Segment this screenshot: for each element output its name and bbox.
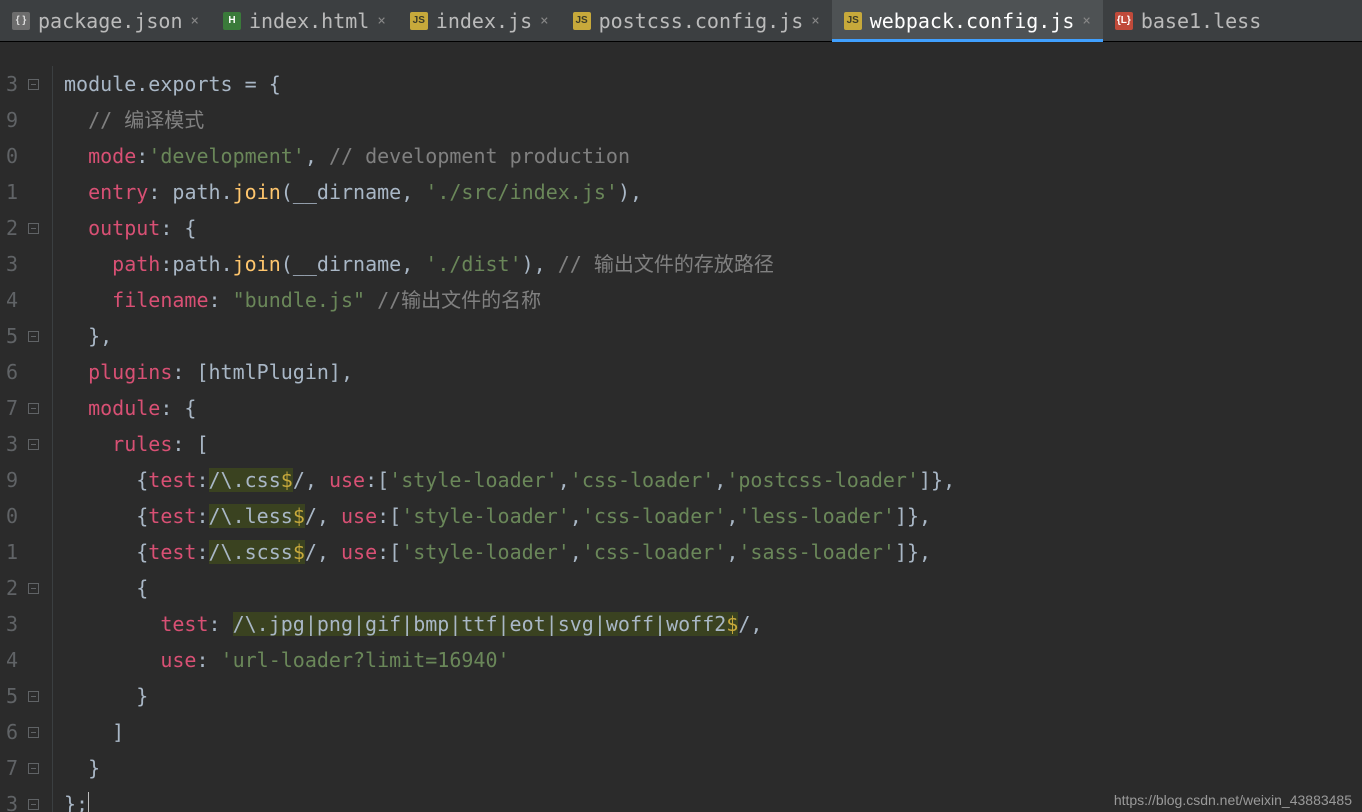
fold-marker-icon[interactable] — [28, 799, 39, 810]
tab-label: index.html — [249, 9, 369, 33]
fold-marker-icon[interactable] — [28, 79, 39, 90]
fold-marker-icon[interactable] — [28, 727, 39, 738]
close-icon[interactable]: × — [811, 13, 819, 29]
tab-label: index.js — [436, 9, 532, 33]
close-icon[interactable]: × — [1082, 13, 1090, 29]
line-number-gutter: 390123456739012345673 — [0, 42, 22, 812]
html-file-icon: H — [223, 12, 241, 30]
close-icon[interactable]: × — [191, 13, 199, 29]
tab-label: postcss.config.js — [599, 9, 804, 33]
js-file-icon: JS — [573, 12, 591, 30]
tab-package-json[interactable]: { } package.json × — [0, 0, 211, 41]
js-file-icon: JS — [844, 12, 862, 30]
fold-marker-icon[interactable] — [28, 331, 39, 342]
fold-marker-icon[interactable] — [28, 223, 39, 234]
fold-gutter — [22, 42, 44, 812]
fold-marker-icon[interactable] — [28, 583, 39, 594]
watermark-text: https://blog.csdn.net/weixin_43883485 — [1114, 792, 1352, 808]
fold-marker-icon[interactable] — [28, 403, 39, 414]
code-editor[interactable]: 390123456739012345673 module.exports = {… — [0, 42, 1362, 812]
fold-marker-icon[interactable] — [28, 763, 39, 774]
fold-marker-icon[interactable] — [28, 691, 39, 702]
close-icon[interactable]: × — [377, 13, 385, 29]
js-file-icon: JS — [410, 12, 428, 30]
tab-index-js[interactable]: JS index.js × — [398, 0, 561, 41]
close-icon[interactable]: × — [540, 13, 548, 29]
tab-label: webpack.config.js — [870, 9, 1075, 33]
text-caret — [88, 792, 89, 812]
json-file-icon: { } — [12, 12, 30, 30]
tab-label: base1.less — [1141, 9, 1261, 33]
tab-postcss-config[interactable]: JS postcss.config.js × — [561, 0, 832, 41]
less-file-icon: {L} — [1115, 12, 1133, 30]
tab-label: package.json — [38, 9, 183, 33]
tab-bar: { } package.json × H index.html × JS ind… — [0, 0, 1362, 42]
fold-marker-icon[interactable] — [28, 439, 39, 450]
code-content[interactable]: module.exports = { // 编译模式 mode:'develop… — [44, 42, 955, 812]
tab-index-html[interactable]: H index.html × — [211, 0, 398, 41]
tab-webpack-config[interactable]: JS webpack.config.js × — [832, 0, 1103, 41]
tab-base1-less[interactable]: {L} base1.less — [1103, 0, 1273, 41]
